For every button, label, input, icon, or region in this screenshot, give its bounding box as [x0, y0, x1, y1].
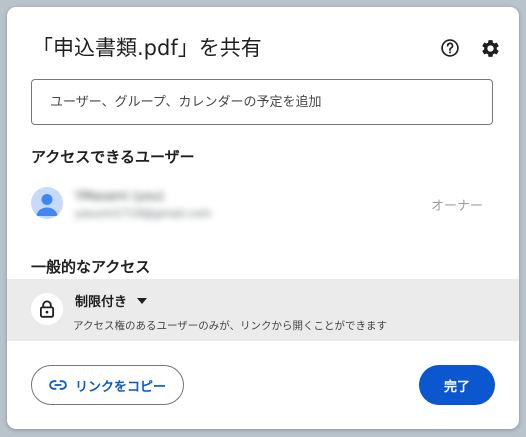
lock-icon: [39, 300, 54, 318]
link-icon: [49, 380, 67, 390]
help-button[interactable]: [435, 33, 465, 63]
general-access-heading: 一般的なアクセス: [31, 258, 151, 276]
done-button[interactable]: 完了: [419, 365, 495, 405]
lock-badge: [31, 293, 63, 325]
share-dialog: 「申込書類.pdf」を共有 アクセスできるユーザー YMasami (you) …: [7, 7, 519, 429]
person-row: YMasami (you) yasumi1719@gmail.com オーナー: [31, 187, 495, 223]
person-name: YMasami (you): [75, 189, 164, 203]
general-access-value: 制限付き: [75, 295, 128, 310]
add-people-input[interactable]: [31, 79, 493, 125]
person-email: yasumi1719@gmail.com: [75, 207, 212, 220]
dialog-title: 「申込書類.pdf」を共有: [32, 36, 262, 60]
dropdown-arrow-icon: [137, 297, 148, 304]
done-label: 完了: [443, 379, 470, 395]
person-role: オーナー: [430, 199, 483, 214]
person-icon: [36, 194, 58, 216]
people-with-access-heading: アクセスできるユーザー: [31, 148, 195, 166]
settings-button[interactable]: [475, 33, 505, 63]
avatar: [31, 187, 63, 219]
general-access-panel: 制限付き アクセス権のあるユーザーのみが、リンクから開くことができます: [7, 279, 519, 341]
general-access-description: アクセス権のあるユーザーのみが、リンクから開くことができます: [73, 320, 388, 332]
help-circle-icon: [441, 39, 459, 57]
gear-icon: [481, 39, 499, 57]
general-access-select[interactable]: 制限付き: [75, 291, 148, 310]
copy-link-button[interactable]: リンクをコピー: [31, 365, 184, 405]
copy-link-label: リンクをコピー: [74, 379, 166, 395]
